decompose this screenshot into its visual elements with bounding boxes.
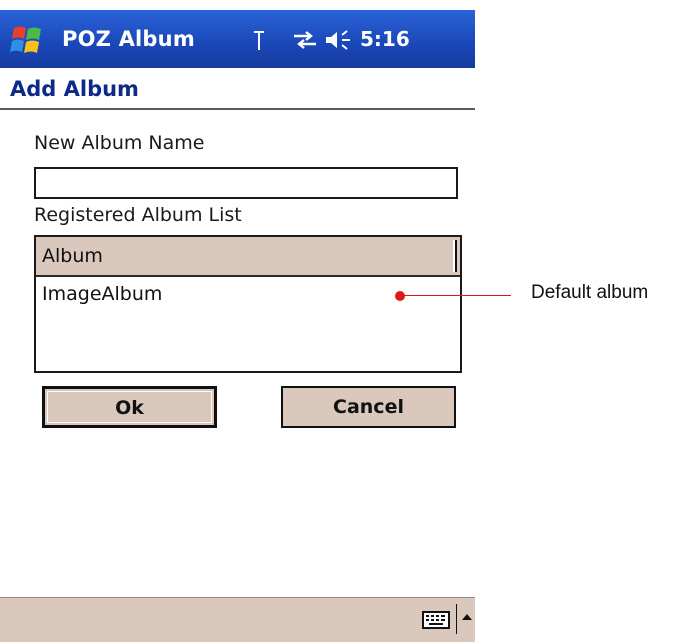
cancel-button[interactable]: Cancel — [281, 386, 456, 428]
keyboard-icon[interactable] — [422, 610, 450, 630]
list-column-header[interactable]: Album — [36, 237, 460, 277]
list-item[interactable]: ImageAlbum — [42, 283, 162, 305]
annotation-leader-line — [400, 295, 511, 296]
windows-start-icon[interactable] — [10, 24, 44, 56]
page-title: Add Album — [10, 77, 139, 101]
sip-up-arrow-icon[interactable] — [461, 612, 473, 622]
pocketpc-screen: POZ Album 5:16 Add Album New Album Name … — [0, 0, 475, 642]
menu-bar — [0, 597, 475, 642]
clock[interactable]: 5:16 — [360, 10, 410, 68]
sync-icon[interactable] — [290, 28, 320, 52]
antenna-icon[interactable] — [252, 29, 266, 51]
column-resize-handle[interactable] — [455, 240, 457, 272]
title-bar: POZ Album 5:16 — [0, 10, 475, 68]
column-header-album: Album — [42, 245, 103, 267]
sip-divider — [456, 604, 457, 634]
new-album-name-label: New Album Name — [34, 132, 205, 154]
speaker-icon[interactable] — [324, 28, 356, 52]
annotation-marker — [395, 291, 405, 301]
new-album-name-input[interactable] — [34, 167, 458, 199]
registered-album-list-label: Registered Album List — [34, 204, 242, 226]
ok-button[interactable]: Ok — [42, 386, 217, 428]
album-list[interactable]: Album ImageAlbum — [34, 235, 462, 373]
header-divider — [0, 108, 475, 110]
annotation-label: Default album — [531, 282, 649, 303]
app-title: POZ Album — [62, 27, 195, 51]
